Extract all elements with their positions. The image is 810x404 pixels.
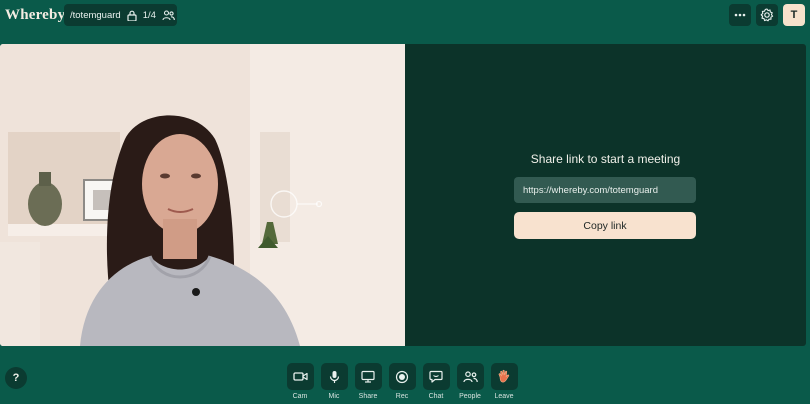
- lock-icon[interactable]: [127, 10, 137, 21]
- cam-button[interactable]: Cam: [285, 363, 315, 400]
- share-link-title: Share link to start a meeting: [530, 152, 681, 166]
- microphone-icon: [329, 370, 340, 384]
- people-button[interactable]: People: [455, 363, 485, 400]
- room-name: /totemguard: [70, 9, 121, 21]
- screen-share-icon: [361, 370, 375, 383]
- participant-count: 1/4: [142, 9, 156, 21]
- meeting-link-field[interactable]: [514, 177, 696, 203]
- video-frame-image: [0, 44, 405, 346]
- people-icon: [462, 370, 478, 383]
- help-button[interactable]: ?: [5, 367, 27, 389]
- more-options-button[interactable]: [729, 4, 751, 26]
- people-label: People: [459, 393, 481, 400]
- settings-button[interactable]: [756, 4, 778, 26]
- mic-label: Mic: [328, 393, 340, 400]
- leave-button[interactable]: Leave: [489, 363, 519, 400]
- whereby-logo[interactable]: Whereby: [5, 7, 65, 24]
- chat-button[interactable]: Chat: [421, 363, 451, 400]
- chat-icon: [429, 370, 443, 383]
- camera-icon: [292, 371, 308, 382]
- record-button[interactable]: Rec: [387, 363, 417, 400]
- chat-label: Chat: [428, 393, 444, 400]
- share-label: Share: [358, 393, 378, 400]
- cam-label: Cam: [292, 393, 308, 400]
- share-link-panel: Share link to start a meeting Copy link: [405, 44, 806, 346]
- record-icon: [395, 370, 409, 384]
- self-video-tile[interactable]: [0, 44, 405, 346]
- leave-label: Leave: [494, 393, 514, 400]
- meeting-stage: Share link to start a meeting Copy link: [0, 44, 806, 346]
- mic-button[interactable]: Mic: [319, 363, 349, 400]
- rec-label: Rec: [395, 393, 409, 400]
- room-info-pill[interactable]: /totemguard 1/4: [64, 4, 177, 26]
- wave-hand-icon: [497, 369, 511, 384]
- people-icon[interactable]: [162, 9, 175, 21]
- copy-link-button[interactable]: Copy link: [514, 212, 696, 239]
- gear-icon: [760, 8, 774, 22]
- more-icon: [734, 13, 746, 17]
- avatar-button[interactable]: T: [783, 4, 805, 26]
- top-bar: Whereby /totemguard 1/4 T: [0, 0, 810, 32]
- share-screen-button[interactable]: Share: [353, 363, 383, 400]
